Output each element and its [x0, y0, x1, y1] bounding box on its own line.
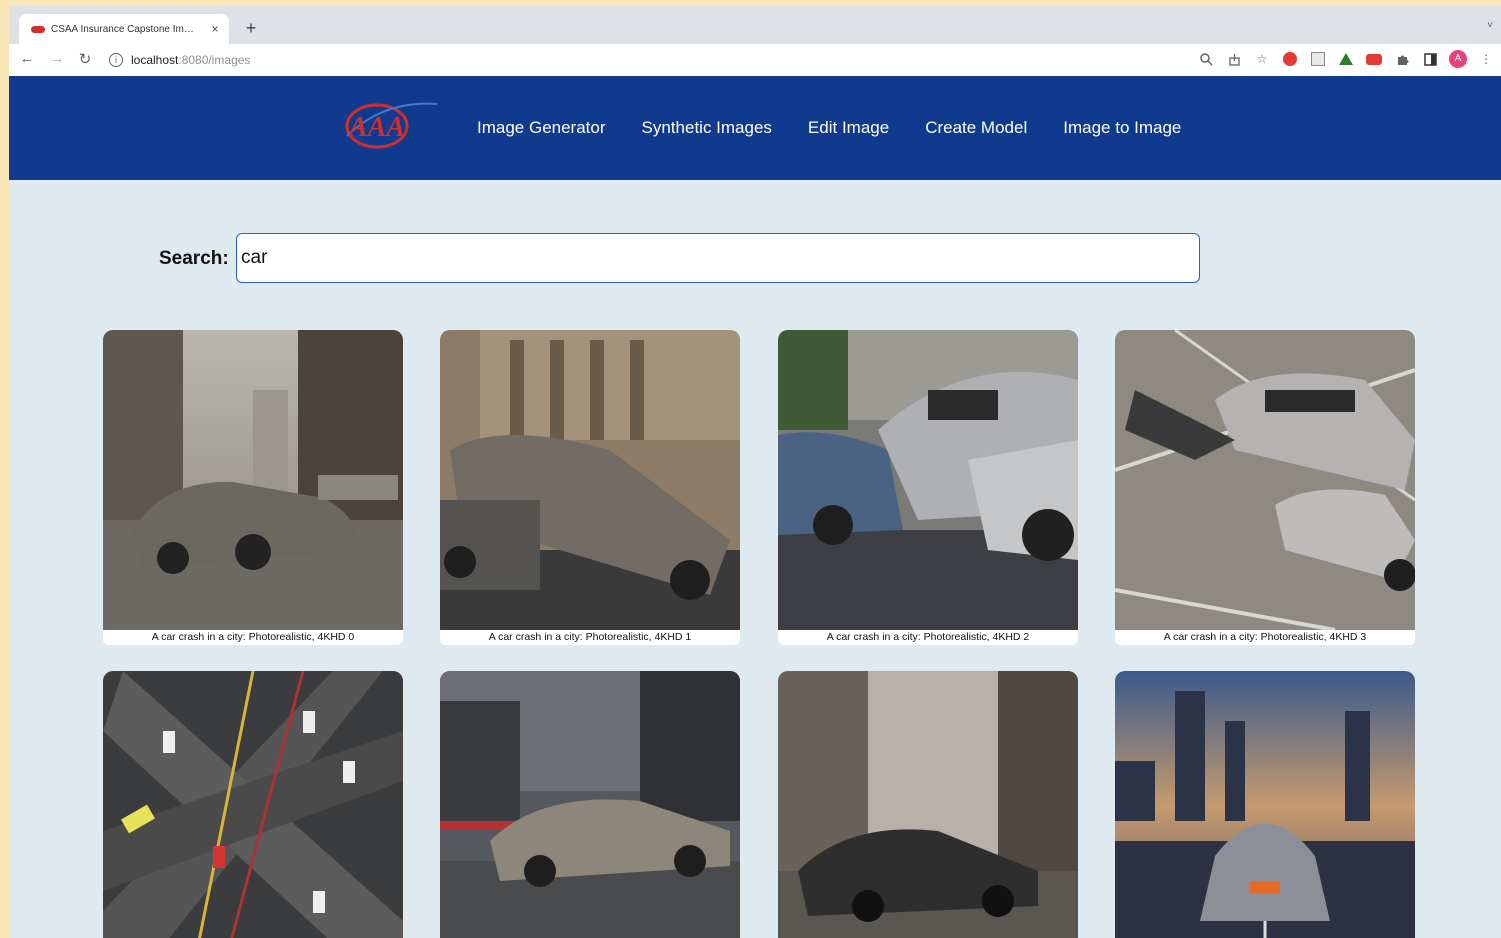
car-crash-image[interactable] [1115, 671, 1415, 938]
back-button[interactable]: ← [17, 50, 37, 67]
extension-green-icon[interactable] [1337, 50, 1355, 68]
tab-title: CSAA Insurance Capstone Im… [51, 23, 194, 35]
extension-red-icon[interactable] [1281, 50, 1299, 68]
url-host: localhost [131, 53, 179, 67]
sidebar-icon[interactable] [1421, 50, 1439, 68]
favicon-icon [31, 25, 45, 34]
image-caption: A car crash in a city: Photorealistic, 4… [440, 630, 740, 645]
car-crash-image[interactable] [778, 330, 1078, 630]
nav-create-model[interactable]: Create Model [925, 118, 1027, 138]
gallery-card[interactable]: A car crash in a city: Photorealistic, 4… [1115, 330, 1415, 645]
nav-image-generator[interactable]: Image Generator [477, 118, 606, 138]
address-toolbar: ← → ↻ i localhost :8080/images ☆ A ⋮ [9, 44, 1501, 77]
image-caption: A car crash in a city: Photorealistic, 4… [1115, 630, 1415, 645]
gallery-card[interactable]: A car crash in a city: Photorealistic, 4… [778, 330, 1078, 645]
info-icon[interactable]: i [109, 53, 123, 67]
puzzle-icon[interactable] [1393, 50, 1411, 68]
profile-icon[interactable]: A [1449, 50, 1467, 68]
url-path: :8080/images [178, 53, 251, 67]
tab-strip: CSAA Insurance Capstone Im… × + ˅ [9, 6, 1501, 44]
extension-gray-icon[interactable] [1309, 50, 1327, 68]
search-input[interactable] [236, 233, 1200, 283]
reload-button[interactable]: ↻ [75, 50, 95, 68]
address-bar[interactable]: i localhost :8080/images [109, 50, 1169, 70]
chevron-down-icon[interactable]: ˅ [1487, 20, 1493, 31]
car-crash-image[interactable] [440, 671, 740, 938]
image-caption: A car crash in a city: Photorealistic, 4… [778, 630, 1078, 645]
gallery-card[interactable] [1115, 671, 1415, 938]
svg-text:AAA: AAA [347, 112, 405, 143]
share-icon[interactable] [1225, 50, 1243, 68]
nav-edit-image[interactable]: Edit Image [808, 118, 889, 138]
search-label: Search: [159, 248, 229, 269]
close-icon[interactable]: × [207, 22, 223, 36]
image-caption: A car crash in a city: Photorealistic, 4… [103, 630, 403, 645]
forward-button[interactable]: → [47, 50, 67, 67]
car-crash-image[interactable] [103, 671, 403, 938]
gallery-card[interactable]: A car crash in a city: Photorealistic, 4… [440, 330, 740, 645]
car-crash-image[interactable] [1115, 330, 1415, 630]
browser-tab[interactable]: CSAA Insurance Capstone Im… × [19, 14, 229, 44]
nav-synthetic-images[interactable]: Synthetic Images [642, 118, 772, 138]
youtube-extension-icon[interactable] [1365, 50, 1383, 68]
nav-image-to-image[interactable]: Image to Image [1063, 118, 1181, 138]
aaa-logo[interactable]: AAA [339, 92, 439, 158]
gallery-card[interactable] [103, 671, 403, 938]
app-header: AAA Image Generator Synthetic Images Edi… [9, 76, 1501, 180]
new-tab-button[interactable]: + [241, 18, 261, 39]
gallery-card[interactable]: A car crash in a city: Photorealistic, 4… [103, 330, 403, 645]
kebab-menu-icon[interactable]: ⋮ [1477, 50, 1495, 68]
zoom-icon[interactable] [1197, 50, 1215, 68]
toolbar-icons: ☆ A ⋮ [1197, 50, 1495, 68]
browser-window: CSAA Insurance Capstone Im… × + ˅ ← → ↻ … [9, 6, 1501, 938]
main-nav: Image Generator Synthetic Images Edit Im… [477, 118, 1181, 138]
gallery-card[interactable] [440, 671, 740, 938]
car-crash-image[interactable] [778, 671, 1078, 938]
car-crash-image[interactable] [440, 330, 740, 630]
bookmark-star-icon[interactable]: ☆ [1253, 50, 1271, 68]
car-crash-image[interactable] [103, 330, 403, 630]
gallery-card[interactable] [778, 671, 1078, 938]
